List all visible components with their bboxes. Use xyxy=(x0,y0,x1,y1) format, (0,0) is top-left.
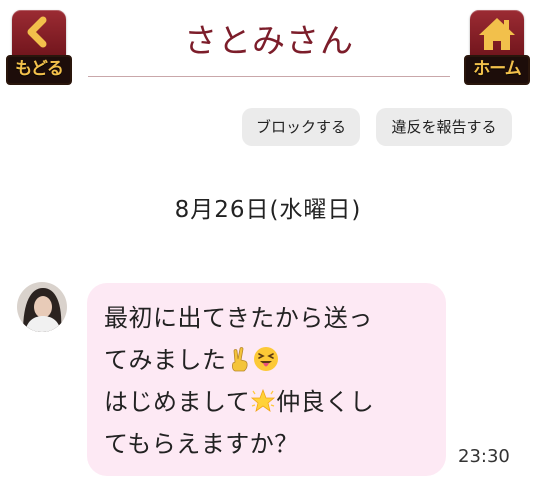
home-button[interactable]: ホーム xyxy=(464,10,530,85)
message-text: はじめまして xyxy=(104,388,251,416)
message-bubble: 最初に出てきたから送っ てみました はじめまして 仲良くし てもらえますか？ xyxy=(87,283,446,476)
squinting-tongue-emoji-icon xyxy=(253,347,278,371)
date-separator: 8月26日(水曜日) xyxy=(174,197,362,223)
message-text: てみました xyxy=(104,346,227,374)
report-button[interactable]: 違反を報告する xyxy=(376,108,512,146)
message-line: はじめまして 仲良くし xyxy=(104,381,432,423)
message-text: 仲良くし xyxy=(276,388,375,416)
profile-photo xyxy=(17,282,67,332)
back-button-label: もどる xyxy=(6,55,72,85)
message-line: てもらえますか？ xyxy=(104,430,299,458)
message-timestamp: 23:30 xyxy=(458,446,510,467)
home-button-label: ホーム xyxy=(464,55,530,85)
avatar[interactable] xyxy=(17,282,67,332)
glowing-star-emoji-icon xyxy=(251,388,276,412)
title-divider xyxy=(88,76,450,77)
block-button[interactable]: ブロックする xyxy=(242,108,360,146)
back-button[interactable]: もどる xyxy=(6,10,72,85)
victory-hand-emoji-icon xyxy=(231,347,248,372)
message-line: 最初に出てきたから送っ xyxy=(104,304,373,332)
top-bar: もどる さとみさん ホーム xyxy=(0,0,536,90)
message-line: てみました xyxy=(104,339,432,381)
page-title: さとみさん xyxy=(184,21,354,60)
